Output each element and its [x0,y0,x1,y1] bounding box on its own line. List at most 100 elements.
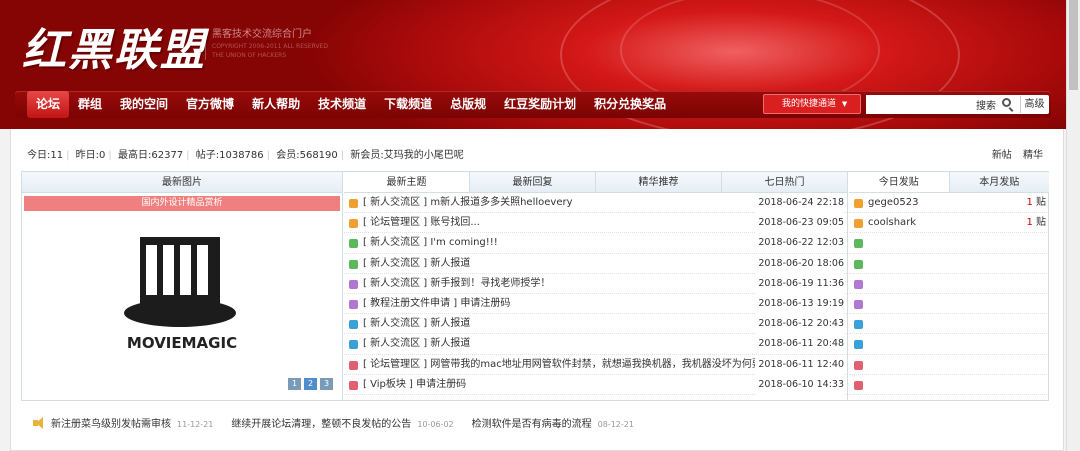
new-posts-link[interactable]: 新帖 [992,150,1012,161]
topic-badge-icon [349,259,358,269]
announcement-item[interactable]: 新注册菜鸟级别发帖需审核 11-12-21 [51,415,213,430]
tab-latest-replies[interactable]: 最新回复 [470,172,596,192]
search-button[interactable]: 搜索 [976,97,996,112]
topic-badge-icon [349,239,358,249]
tab-weekly-hot[interactable]: 七日热门 [722,172,847,192]
topic-badge-icon [349,320,358,330]
advanced-search-button[interactable]: 高级 [1020,96,1048,113]
tagline-en-2: THE UNION OF HACKERS [212,52,287,59]
stat-today: 11 [50,150,64,161]
quick-access-label: 我的快捷通道 [782,99,837,109]
topic-date: 2018-06-11 12:40 [755,354,844,375]
nav-reward-plan[interactable]: 红豆奖励计划 [495,91,585,118]
topic-title[interactable]: [ 教程注册文件申请 ] 申请注册码 [363,294,768,314]
topic-badge-icon [349,360,358,370]
search-icon[interactable] [1002,98,1011,107]
page-scrollbar[interactable] [1066,0,1080,451]
nav-download-channel[interactable]: 下载频道 [375,91,441,118]
rank-badge-icon [854,259,863,269]
nav-weibo[interactable]: 官方微博 [177,91,243,118]
poster-row [849,233,1049,254]
topic-title[interactable]: [ 新人交流区 ] 新手报到！寻找老师授学！ [363,274,768,294]
topic-title[interactable]: [ 新人交流区 ] 新人报道 [363,254,768,274]
stat-yesterday: 0 [99,150,106,161]
nav-forum[interactable]: 论坛 [27,91,70,118]
topic-title[interactable]: [ 新人交流区 ] m新人报道多多关照helloevery [363,193,768,213]
stat-members: 568190 [299,150,338,161]
poster-row: coolshark 1 贴 [849,213,1049,234]
topic-title[interactable]: [ 论坛管理区 ] 账号找回... [363,213,768,233]
stat-yesterday-label: 昨日: [75,150,100,161]
topic-badge-icon [349,299,358,309]
topic-date: 2018-06-10 14:33 [755,374,844,395]
topic-row[interactable]: [ 新人交流区 ] 新人报道 2018-06-20 18:06 [344,253,847,274]
topics-tabs: 最新主题 最新回复 精华推荐 七日热门 [344,172,847,193]
site-logo[interactable]: 红黑联盟 [22,14,206,78]
nav-groups[interactable]: 群组 [69,91,111,118]
tab-digest[interactable]: 精华推荐 [596,172,722,192]
tab-today-posts[interactable]: 今日发贴 [849,172,950,192]
poster-tabs: 今日发贴 本月发贴 [849,172,1049,193]
pager-page-3[interactable]: 3 [320,378,333,390]
forum-content: 今日:11 | 昨日:0 | 最高日:62377 | 帖子:1038786 | 会员:5… [10,129,1064,451]
scrollbar-thumb[interactable] [1069,0,1078,90]
pager-page-2[interactable]: 2 [304,378,317,390]
topic-row[interactable]: [ 新人交流区 ] m新人报道多多关照helloevery 2018-06-24 … [344,193,847,214]
poster-list: gege0523 1 贴 coolshark 1 贴 [849,193,1049,395]
nav-my-space[interactable]: 我的空间 [111,91,177,118]
topic-row[interactable]: [ 新人交流区 ] I'm coming!!! 2018-06-22 12:03 [344,233,847,254]
search-box: 搜索 高级 [866,95,1049,114]
topic-row[interactable]: [ Vip板块 ] 申请注册码 2018-06-10 14:33 [344,374,847,395]
image-title-banner[interactable]: 国内外设计精品赏析 [24,196,340,211]
nav-tech-channel[interactable]: 技术频道 [309,91,375,118]
topic-title[interactable]: [ 新人交流区 ] 新人报道 [363,334,768,354]
image-pager: 1 2 3 [288,378,333,390]
topic-title[interactable]: [ 论坛管理区 ] 网管带我的mac地址用网管软件封禁，就想逼我换机器，我机器没… [363,355,768,375]
topic-badge-icon [349,380,358,390]
poster-row [849,254,1049,274]
digest-link[interactable]: 精华 [1023,150,1043,161]
nav-rules[interactable]: 总版规 [441,91,495,118]
topic-row[interactable]: [ 新人交流区 ] 新手报到！寻找老师授学！ 2018-06-19 11:36 [344,273,847,294]
announcement-bar: 新注册菜鸟级别发帖需审核 11-12-21 继续开展论坛清理，整顿不良发帖的公告 1… [33,415,652,430]
announcement-item[interactable]: 继续开展论坛清理，整顿不良发帖的公告 10-06-02 [231,415,453,430]
poster-name[interactable]: gege0523 [868,193,918,213]
topic-date: 2018-06-12 20:43 [755,314,844,335]
topic-date: 2018-06-11 20:48 [755,334,844,355]
nav-points-exchange[interactable]: 积分兑换奖品 [585,91,675,118]
rank-badge-icon [854,380,863,390]
rank-badge-icon [854,299,863,309]
topic-title[interactable]: [ Vip板块 ] 申请注册码 [363,375,768,395]
announcement-item[interactable]: 检测软件是否有病毒的流程 08-12-21 [472,415,634,430]
newest-member-link[interactable]: 艾玛我的小尾巴呢 [384,150,464,161]
topic-row[interactable]: [ 论坛管理区 ] 网管带我的mac地址用网管软件封禁，就想逼我换机器，我机器没… [344,354,847,375]
topic-title[interactable]: [ 新人交流区 ] 新人报道 [363,314,768,334]
topics-panel: 最新主题 最新回复 精华推荐 七日热门 [ 新人交流区 ] m新人报道多多关照h… [344,172,848,400]
tagline-cn: 黑客技术交流综合门户 [212,29,312,40]
rank-badge-icon [854,279,863,289]
poster-row [849,375,1049,395]
stat-today-label: 今日: [27,150,51,161]
topic-row[interactable]: [ 论坛管理区 ] 账号找回... 2018-06-23 09:05 [344,213,847,234]
rank-badge-icon [854,320,863,330]
poster-name[interactable]: coolshark [868,213,916,233]
topic-date: 2018-06-19 11:36 [755,273,844,294]
topic-row[interactable]: [ 新人交流区 ] 新人报道 2018-06-12 20:43 [344,314,847,335]
poster-row [849,274,1049,294]
nav-newbie-help[interactable]: 新人帮助 [243,91,309,118]
quick-access-dropdown[interactable]: 我的快捷通道 ▼ [763,94,861,114]
tab-month-posts[interactable]: 本月发贴 [949,172,1049,192]
topic-date: 2018-06-22 12:03 [755,233,844,254]
site-header: 红黑联盟 黑客技术交流综合门户 COPYRIGHT 2006-2011 ALL … [0,0,1080,129]
topic-row[interactable]: [ 新人交流区 ] 新人报道 2018-06-11 20:48 [344,334,847,355]
latest-images-panel: 最新图片 国内外设计精品赏析 MOVIEMAGIC 1 2 3 [22,172,343,400]
tab-latest-topics[interactable]: 最新主题 [344,172,470,192]
site-tagline: 黑客技术交流综合门户 COPYRIGHT 2006-2011 ALL RESER… [205,28,328,60]
pager-page-1[interactable]: 1 [288,378,301,390]
search-input[interactable] [866,95,974,114]
topic-title[interactable]: [ 新人交流区 ] I'm coming!!! [363,233,768,253]
topic-row[interactable]: [ 教程注册文件申请 ] 申请注册码 2018-06-13 19:19 [344,293,847,315]
stat-newmember-label: 新会员: [350,150,384,161]
poster-row [849,294,1049,315]
topic-date: 2018-06-23 09:05 [755,213,844,234]
